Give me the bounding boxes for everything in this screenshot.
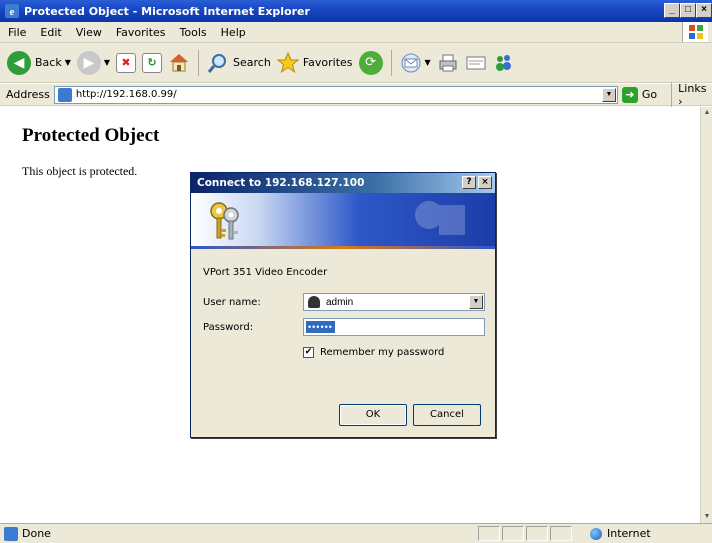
login-dialog: Connect to 192.168.127.100 ? × VPort 351… — [190, 172, 496, 438]
print-button[interactable] — [434, 47, 462, 79]
menu-tools[interactable]: Tools — [173, 26, 214, 39]
password-field[interactable]: •••••• — [303, 318, 485, 336]
page-text: This object is protected. — [22, 164, 138, 178]
page-done-icon — [4, 526, 18, 541]
back-arrow-icon: ◀ — [7, 50, 31, 75]
dialog-close-button[interactable]: × — [478, 176, 492, 189]
username-combobox[interactable]: admin ▼ — [303, 293, 485, 311]
chevron-down-icon[interactable]: ▼ — [104, 58, 110, 67]
chevron-down-icon[interactable]: ▼ — [65, 58, 71, 67]
menu-bar: File Edit View Favorites Tools Help — [0, 22, 712, 43]
menu-file[interactable]: File — [0, 26, 33, 39]
vertical-scrollbar[interactable]: ▲ ▼ — [700, 107, 712, 523]
menu-edit[interactable]: Edit — [33, 26, 68, 39]
dialog-banner — [191, 193, 495, 246]
remember-password[interactable]: ✔ Remember my password — [303, 347, 444, 358]
status-pane — [502, 526, 524, 541]
home-button[interactable] — [165, 47, 193, 79]
username-value[interactable]: admin — [326, 297, 353, 308]
links-button[interactable]: Links › — [671, 81, 712, 108]
status-text: Done — [22, 527, 51, 540]
dialog-description: VPort 351 Video Encoder — [203, 267, 328, 278]
status-pane — [478, 526, 500, 541]
star-icon — [276, 51, 299, 73]
refresh-icon: ↻ — [142, 52, 163, 73]
ok-button[interactable]: OK — [339, 404, 407, 426]
close-button[interactable]: × — [696, 3, 712, 18]
globe-icon — [590, 527, 602, 540]
dialog-title: Connect to 192.168.127.100 — [197, 177, 365, 189]
print-icon — [439, 54, 457, 71]
forward-button[interactable]: ▶ ▼ — [74, 47, 113, 79]
stop-icon: ✖ — [116, 52, 137, 73]
chevron-down-icon[interactable]: ▼ — [469, 295, 483, 309]
password-value: •••••• — [306, 321, 335, 333]
mail-button[interactable]: ▼ — [397, 47, 434, 79]
keys-icon — [210, 202, 239, 240]
minimize-button[interactable]: _ — [664, 3, 680, 18]
maximize-button[interactable]: □ — [680, 3, 696, 18]
banner-watermark-icon — [415, 201, 465, 235]
help-button[interactable]: ? — [462, 176, 476, 189]
go-arrow-icon: ➜ — [621, 86, 638, 103]
favorites-button[interactable]: Favorites — [274, 47, 356, 79]
security-zone[interactable]: Internet — [590, 526, 700, 541]
back-button[interactable]: ◀ Back ▼ — [4, 47, 74, 79]
history-icon: ⟳ — [358, 50, 383, 75]
password-label: Password: — [203, 322, 254, 333]
window-title-bar[interactable]: e Protected Object - Microsoft Internet … — [0, 0, 712, 22]
messenger-button[interactable] — [490, 47, 518, 79]
remember-label: Remember my password — [320, 347, 445, 358]
user-icon — [308, 296, 320, 308]
chevron-down-icon[interactable]: ▼ — [601, 87, 616, 102]
window-title: Protected Object - Microsoft Internet Ex… — [24, 4, 310, 18]
mail-icon — [401, 53, 421, 72]
go-button[interactable]: ➜ Go — [621, 86, 658, 103]
scroll-up-icon[interactable]: ▲ — [701, 107, 712, 119]
menu-favorites[interactable]: Favorites — [109, 26, 173, 39]
stop-button[interactable]: ✖ — [113, 47, 139, 79]
svg-text:e: e — [10, 6, 15, 18]
cancel-button[interactable]: Cancel — [413, 404, 481, 426]
zone-label: Internet — [607, 527, 651, 540]
status-pane — [550, 526, 572, 541]
menu-help[interactable]: Help — [214, 26, 253, 39]
go-label: Go — [641, 88, 658, 101]
history-button[interactable]: ⟳ — [356, 47, 386, 79]
forward-arrow-icon: ▶ — [76, 50, 101, 75]
remember-checkbox[interactable]: ✔ — [303, 347, 314, 358]
address-input[interactable]: http://192.168.0.99/ ▼ — [53, 85, 618, 104]
address-url[interactable]: http://192.168.0.99/ — [76, 89, 177, 100]
status-bar: Done Internet — [0, 523, 712, 543]
dialog-title-bar[interactable]: Connect to 192.168.127.100 ? × — [191, 173, 495, 193]
address-bar: Address http://192.168.0.99/ ▼ ➜ Go Link… — [0, 81, 712, 108]
search-button[interactable]: Search — [204, 47, 274, 79]
username-label: User name: — [203, 297, 261, 308]
status-pane — [526, 526, 548, 541]
internet-explorer-icon: e — [5, 4, 19, 18]
refresh-button[interactable]: ↻ — [139, 47, 165, 79]
page-heading: Protected Object — [22, 125, 160, 146]
messenger-icon — [495, 54, 511, 71]
chevron-right-icon: › — [678, 94, 683, 108]
home-icon — [170, 53, 189, 71]
page-icon — [57, 87, 72, 102]
links-label: Links — [678, 81, 707, 95]
toolbar-separator — [198, 49, 200, 76]
edit-button[interactable] — [462, 47, 490, 79]
standard-toolbar: ◀ Back ▼ ▶ ▼ ✖ ↻ Search Favorites ⟳ ▼ — [0, 43, 712, 83]
search-icon — [207, 53, 227, 73]
menu-view[interactable]: View — [69, 26, 109, 39]
toolbar-separator — [390, 49, 392, 76]
edit-page-icon — [466, 56, 486, 69]
chevron-down-icon[interactable]: ▼ — [425, 58, 431, 67]
address-label: Address — [6, 88, 50, 101]
windows-logo-icon — [682, 22, 708, 42]
scroll-down-icon[interactable]: ▼ — [701, 511, 712, 523]
